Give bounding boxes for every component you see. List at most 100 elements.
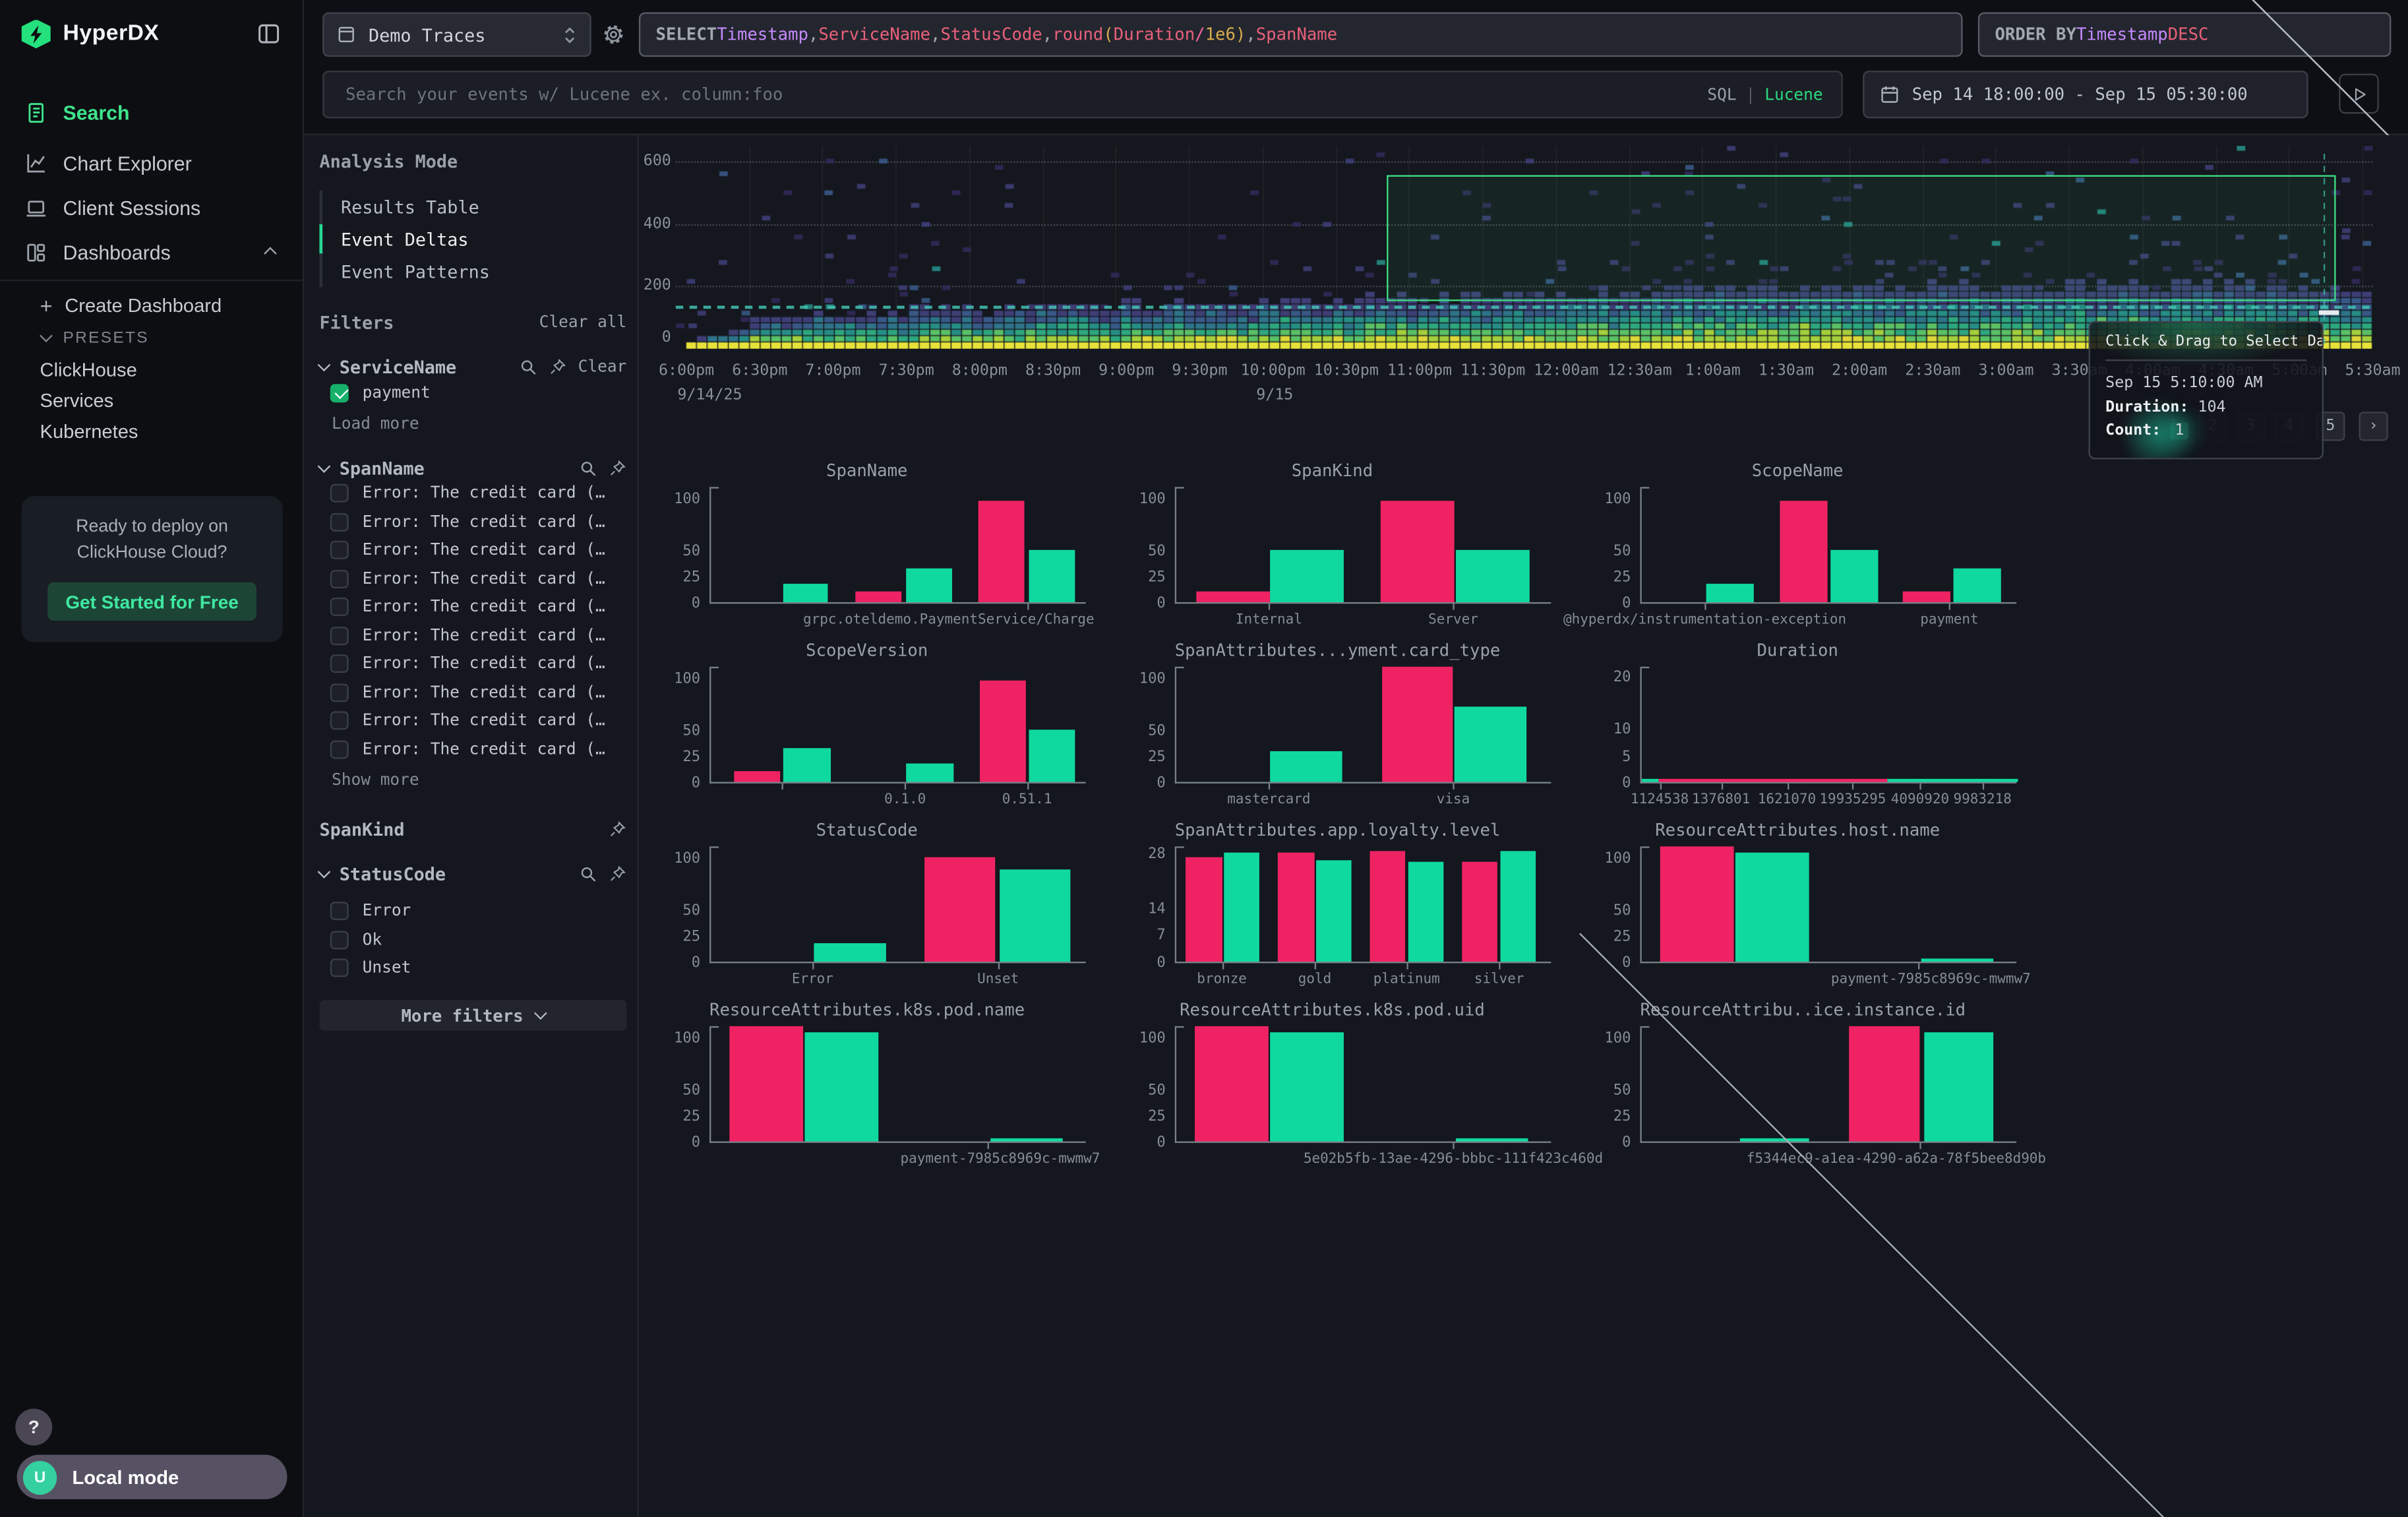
- bar-pink[interactable]: [1660, 847, 1733, 962]
- bar-pink[interactable]: [979, 681, 1026, 782]
- sidebar-item-dashboards[interactable]: Dashboards: [13, 235, 291, 270]
- checkbox[interactable]: [330, 683, 349, 702]
- load-more-button[interactable]: Load more: [319, 412, 626, 434]
- bar-green[interactable]: [1408, 863, 1444, 962]
- checkbox[interactable]: [330, 384, 349, 402]
- bar-green[interactable]: [906, 763, 953, 782]
- bar-green[interactable]: [1830, 550, 1877, 602]
- checkbox[interactable]: [330, 598, 349, 617]
- mini-chart-plot[interactable]: [1640, 487, 2016, 604]
- bar-pink[interactable]: [1197, 592, 1270, 602]
- bar-green[interactable]: [783, 749, 830, 782]
- sidebar-item-search[interactable]: Search: [13, 95, 291, 131]
- presets-toggle[interactable]: PRESETS: [0, 324, 303, 352]
- search-icon[interactable]: [579, 864, 597, 882]
- bar-green[interactable]: [1455, 707, 1526, 782]
- bar-green[interactable]: [814, 943, 886, 962]
- filter-checkbox-row[interactable]: Error: The credit card (…: [319, 537, 626, 564]
- help-button[interactable]: ?: [15, 1409, 52, 1446]
- filter-checkbox-row[interactable]: Error: The credit card (…: [319, 480, 626, 507]
- mini-chart-plot[interactable]: [1175, 667, 1551, 784]
- bar-pink[interactable]: [1370, 851, 1406, 962]
- bar-green[interactable]: [1316, 861, 1352, 962]
- mini-chart-plot[interactable]: [1175, 846, 1551, 963]
- mini-chart-plot[interactable]: [1640, 846, 2016, 963]
- bar-green[interactable]: [1921, 958, 1993, 962]
- drag-handle[interactable]: [2319, 310, 2339, 315]
- pin-icon[interactable]: [608, 458, 626, 477]
- mini-chart-plot[interactable]: [709, 1026, 1086, 1143]
- checkbox[interactable]: [330, 627, 349, 645]
- pin-icon[interactable]: [608, 820, 626, 838]
- checkbox[interactable]: [330, 931, 349, 949]
- get-started-button[interactable]: Get Started for Free: [47, 582, 256, 621]
- bar-pink[interactable]: [730, 1027, 802, 1142]
- bar-pink[interactable]: [1195, 1027, 1268, 1142]
- checkbox[interactable]: [330, 512, 349, 531]
- analysis-mode-option-event-patterns[interactable]: Event Patterns: [322, 255, 626, 288]
- clear-all-button[interactable]: Clear all: [539, 313, 627, 332]
- bar-pink[interactable]: [1279, 853, 1314, 962]
- sidebar-item-kubernetes[interactable]: Kubernetes: [0, 416, 303, 447]
- checkbox[interactable]: [330, 484, 349, 503]
- bar-green[interactable]: [1271, 751, 1342, 782]
- checkbox[interactable]: [330, 902, 349, 921]
- filter-checkbox-row[interactable]: Error: The credit card (…: [319, 594, 626, 621]
- mini-chart-plot[interactable]: [709, 667, 1086, 784]
- checkbox[interactable]: [330, 959, 349, 977]
- mini-chart-plot[interactable]: [709, 487, 1086, 604]
- bar-pink[interactable]: [1186, 857, 1222, 962]
- create-dashboard-button[interactable]: + Create Dashboard: [0, 290, 303, 321]
- search-icon[interactable]: [579, 458, 597, 477]
- bar-green[interactable]: [1706, 584, 1753, 602]
- source-settings-gear-icon[interactable]: [602, 23, 625, 46]
- filter-checkbox-row[interactable]: Error: The credit card (…: [319, 679, 626, 706]
- mini-chart-plot[interactable]: [1175, 487, 1551, 604]
- source-select[interactable]: Demo Traces: [322, 13, 591, 57]
- pagination-next-button[interactable]: ›: [2359, 412, 2388, 441]
- filter-checkbox-row[interactable]: Error: The credit card (…: [319, 708, 626, 735]
- filter-section-spankind[interactable]: SpanKind: [319, 818, 626, 840]
- bar-green[interactable]: [1736, 852, 1809, 962]
- filter-checkbox-row[interactable]: Error: The credit card (…: [319, 650, 626, 677]
- bar-green[interactable]: [806, 1032, 878, 1142]
- bar-pink[interactable]: [1850, 1027, 1919, 1142]
- bar-pink[interactable]: [1903, 592, 1950, 602]
- checkbox[interactable]: [330, 541, 349, 559]
- show-more-button[interactable]: Show more: [319, 769, 626, 791]
- filter-checkbox-row[interactable]: payment: [319, 379, 626, 406]
- bar-green[interactable]: [1029, 550, 1075, 602]
- filter-checkbox-row[interactable]: Error: The credit card (…: [319, 736, 626, 763]
- sidebar-item-chart-explorer[interactable]: Chart Explorer: [13, 146, 291, 181]
- bar-green[interactable]: [1271, 1032, 1343, 1142]
- filter-section-statuscode[interactable]: StatusCode: [319, 863, 626, 884]
- bar-pink[interactable]: [979, 501, 1025, 602]
- filter-section-servicename[interactable]: ServiceName Clear: [319, 356, 626, 378]
- sidebar-item-client-sessions[interactable]: Client Sessions: [13, 191, 291, 226]
- user-menu[interactable]: U Local mode: [17, 1455, 287, 1500]
- sidebar-item-services[interactable]: Services: [0, 386, 303, 417]
- filter-checkbox-row[interactable]: Error: The credit card (…: [319, 509, 626, 536]
- bar-green[interactable]: [1271, 550, 1344, 602]
- search-icon[interactable]: [520, 358, 538, 377]
- bar-green[interactable]: [1924, 1032, 1994, 1142]
- clear-filter-button[interactable]: Clear: [578, 358, 627, 377]
- bar-pink[interactable]: [924, 857, 996, 962]
- bar-pink[interactable]: [734, 772, 781, 782]
- filter-section-spanname[interactable]: SpanName: [319, 457, 626, 479]
- checkbox[interactable]: [330, 655, 349, 673]
- bar-pink[interactable]: [856, 592, 902, 602]
- bar-green[interactable]: [1954, 569, 2001, 602]
- pin-icon[interactable]: [549, 358, 567, 377]
- bar-pink[interactable]: [1381, 667, 1453, 782]
- bar-green[interactable]: [783, 584, 829, 602]
- sidebar-collapse-icon[interactable]: [256, 22, 281, 46]
- mini-chart-plot[interactable]: [1640, 667, 2016, 784]
- bar-green[interactable]: [1223, 853, 1259, 962]
- sidebar-item-clickhouse[interactable]: ClickHouse: [0, 355, 303, 386]
- checkbox[interactable]: [330, 570, 349, 588]
- filter-checkbox-row[interactable]: Error: The credit card (…: [319, 622, 626, 649]
- bar-green[interactable]: [1029, 729, 1075, 782]
- checkbox[interactable]: [330, 740, 349, 758]
- bar-green[interactable]: [990, 1138, 1062, 1142]
